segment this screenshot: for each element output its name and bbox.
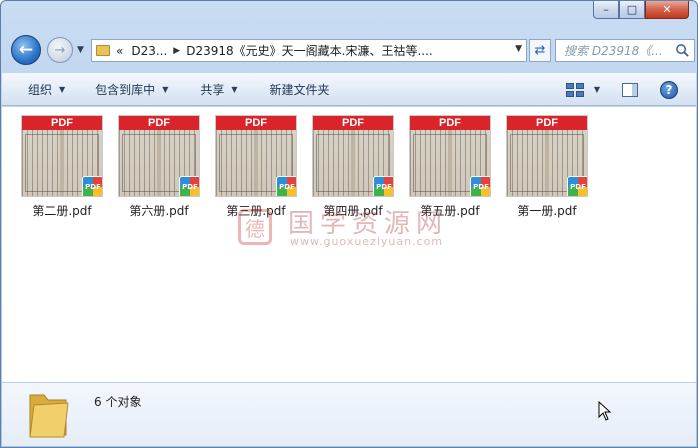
mouse-pointer-icon <box>598 401 612 421</box>
watermark-url: www.guoxueziyuan.com <box>290 235 444 248</box>
share-label: 共享 <box>200 83 225 97</box>
pdf-band: PDF <box>507 116 587 130</box>
address-bar[interactable]: « D23... ▶ D23918《元史》天一阁藏本.宋濂、王祜等.... ▼ <box>91 39 527 62</box>
new-folder-label: 新建文件夹 <box>269 83 330 97</box>
breadcrumb-overflow[interactable]: « <box>116 44 123 58</box>
forward-button[interactable]: → <box>47 37 73 63</box>
chevron-down-icon: ▼ <box>59 85 66 94</box>
details-pane: 6 个对象 <box>2 382 696 446</box>
preview-pane-icon <box>622 82 638 97</box>
search-placeholder: 搜索 D23918《... <box>564 44 663 58</box>
file-name[interactable]: 第二册.pdf <box>17 202 107 219</box>
breadcrumb-item-parent[interactable]: D23... <box>131 44 167 58</box>
close-button[interactable]: ✕ <box>645 1 689 19</box>
pdf-thumbnail: PDF PDF <box>312 115 394 197</box>
file-item[interactable]: PDF PDF 第一册.pdf <box>502 115 592 219</box>
watermark-seal: 德 <box>238 209 272 245</box>
command-bar: 组织 ▼ 包含到库中 ▼ 共享 ▼ 新建文件夹 ▼ ? <box>2 73 696 106</box>
organize-label: 组织 <box>28 83 53 97</box>
minimize-button[interactable]: – <box>593 1 619 19</box>
pdf-app-icon: PDF <box>567 176 587 196</box>
pdf-thumbnail: PDF PDF <box>118 115 200 197</box>
caption-buttons: – □ ✕ <box>593 1 689 19</box>
toolbar-right: ▼ ? <box>565 74 696 105</box>
include-in-library-label: 包含到库中 <box>95 83 156 97</box>
chevron-down-icon[interactable]: ▼ <box>594 85 600 94</box>
file-item[interactable]: PDF PDF 第六册.pdf <box>114 115 204 219</box>
pdf-thumbnail: PDF PDF <box>409 115 491 197</box>
watermark: 德 国学资源网 www.guoxueziyuan.com <box>238 205 468 249</box>
navigation-bar: ← → ▼ « D23... ▶ D23918《元史》天一阁藏本.宋濂、王祜等.… <box>9 33 695 67</box>
pdf-app-icon: PDF <box>82 176 102 196</box>
help-button[interactable]: ? <box>660 74 678 105</box>
chevron-down-icon: ▼ <box>231 85 238 94</box>
pdf-thumbnail: PDF PDF <box>506 115 588 197</box>
file-name[interactable]: 第一册.pdf <box>502 202 592 219</box>
pdf-thumbnail: PDF PDF <box>215 115 297 197</box>
help-icon: ? <box>660 80 678 99</box>
breadcrumb-item-current[interactable]: D23918《元史》天一阁藏本.宋濂、王祜等.... <box>186 42 433 59</box>
pdf-band: PDF <box>22 116 102 130</box>
refresh-button[interactable]: ⇄ <box>529 39 551 62</box>
folder-icon <box>29 394 69 438</box>
maximize-button[interactable]: □ <box>619 1 645 19</box>
pdf-band: PDF <box>313 116 393 130</box>
file-list[interactable]: PDF PDF 第二册.pdf PDF PDF 第六册.pdf PDF PDF … <box>2 107 696 382</box>
pdf-app-icon: PDF <box>373 176 393 196</box>
organize-menu[interactable]: 组织 ▼ <box>28 74 65 105</box>
file-name[interactable]: 第六册.pdf <box>114 202 204 219</box>
back-button[interactable]: ← <box>11 35 41 65</box>
folder-icon <box>96 45 110 56</box>
change-view-button[interactable]: ▼ <box>565 74 600 105</box>
search-input[interactable]: 搜索 D23918《... <box>555 39 695 62</box>
explorer-window: – □ ✕ ← → ▼ « D23... ▶ D23918《元史》天一阁藏本.宋… <box>0 0 698 448</box>
recent-pages-dropdown-icon[interactable]: ▼ <box>77 45 84 55</box>
pdf-band: PDF <box>119 116 199 130</box>
new-folder-button[interactable]: 新建文件夹 <box>270 74 330 105</box>
pdf-app-icon: PDF <box>470 176 490 196</box>
preview-pane-button[interactable] <box>622 74 638 105</box>
search-icon[interactable] <box>675 43 690 58</box>
pdf-band: PDF <box>216 116 296 130</box>
pdf-band: PDF <box>410 116 490 130</box>
pdf-app-icon: PDF <box>179 176 199 196</box>
item-count: 6 个对象 <box>94 395 142 409</box>
pdf-thumbnail: PDF PDF <box>21 115 103 197</box>
address-dropdown-icon[interactable]: ▼ <box>515 44 522 54</box>
file-item[interactable]: PDF PDF 第二册.pdf <box>17 115 107 219</box>
pdf-app-icon: PDF <box>276 176 296 196</box>
include-in-library-menu[interactable]: 包含到库中 ▼ <box>95 74 168 105</box>
chevron-down-icon: ▼ <box>162 85 169 94</box>
view-grid-icon <box>565 82 584 97</box>
breadcrumb-separator-icon[interactable]: ▶ <box>173 46 180 56</box>
share-menu[interactable]: 共享 ▼ <box>200 74 237 105</box>
